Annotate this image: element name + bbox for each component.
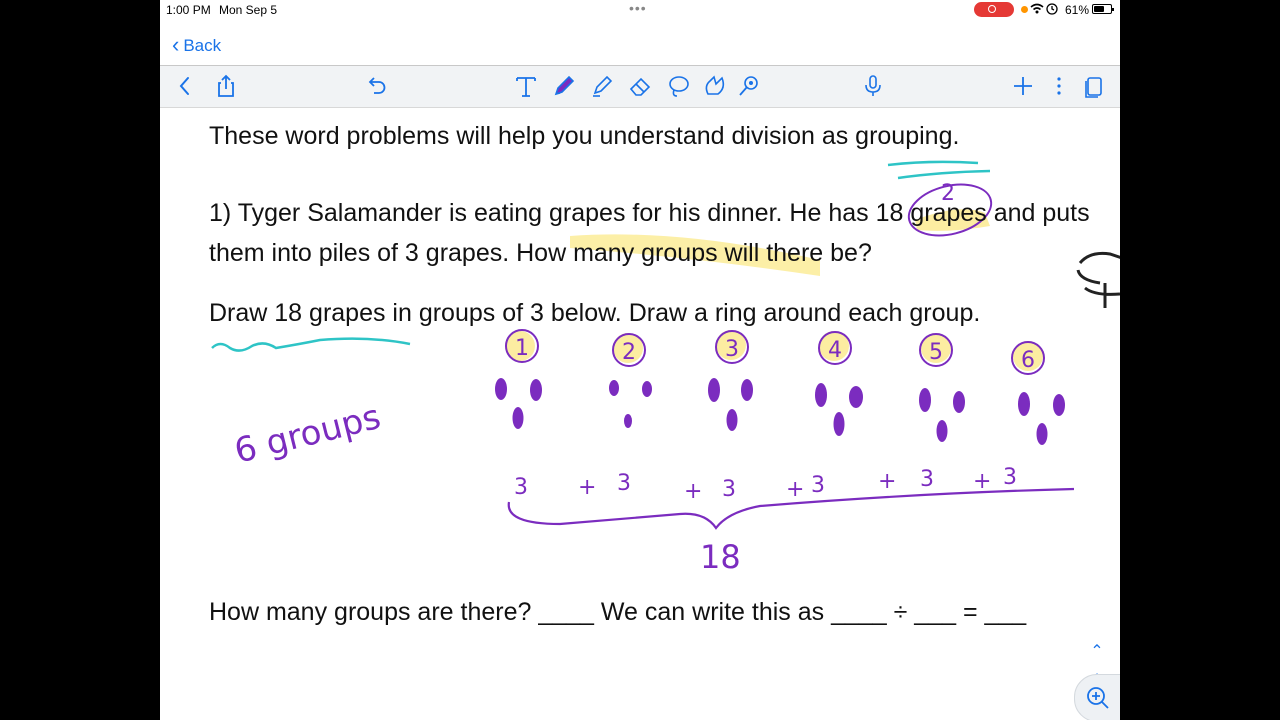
problem-text-line-2: them into piles of 3 grapes. How many gr… (209, 239, 872, 267)
status-date: Mon Sep 5 (219, 3, 278, 17)
curly-brace (507, 487, 1075, 530)
intro-text: These word problems will help you unders… (209, 122, 960, 150)
battery-icon (1092, 4, 1114, 14)
laser-pointer-icon[interactable] (735, 72, 763, 100)
zoom-button[interactable] (1074, 674, 1120, 720)
text-tool-icon[interactable] (512, 72, 540, 100)
multitasking-dots[interactable]: ••• (629, 0, 647, 16)
underline-grouping (887, 160, 979, 167)
cropped-sketch (1076, 251, 1120, 308)
eraser-icon[interactable] (626, 72, 654, 100)
annotation-toolbar (160, 66, 1120, 108)
chevron-left-icon: ‹ (172, 32, 180, 57)
microphone-icon[interactable] (859, 72, 887, 100)
undo-icon[interactable] (362, 72, 390, 100)
chevron-left-icon[interactable] (171, 72, 199, 100)
screen-recording-icon[interactable] (974, 2, 1014, 17)
status-bar: 1:00 PM Mon Sep 5 ••• 61% (160, 0, 1120, 20)
lasso-icon[interactable] (664, 72, 692, 100)
share-icon[interactable] (212, 72, 240, 100)
mic-in-use-indicator (1021, 6, 1028, 13)
underline-draw-18-grapes (211, 337, 411, 352)
more-icon[interactable] (1045, 72, 1073, 100)
question-text: How many groups are there? ____ We can w… (209, 598, 1027, 626)
pen-icon[interactable] (550, 72, 578, 100)
battery-percentage: 61% (1065, 3, 1090, 17)
navigation-bar: ‹ Back (160, 20, 1120, 66)
pages-icon[interactable] (1080, 72, 1108, 100)
pdf-page[interactable]: These word problems will help you unders… (160, 108, 1120, 720)
shape-icon[interactable] (700, 72, 728, 100)
grape-drawings (495, 378, 1065, 445)
back-button[interactable]: ‹ Back (172, 31, 221, 57)
plus-icon[interactable] (1009, 72, 1037, 100)
status-time: 1:00 PM (166, 3, 211, 17)
wifi-icon (1030, 2, 1060, 19)
highlighter-icon[interactable] (588, 72, 616, 100)
instruction-text: Draw 18 grapes in groups of 3 below. Dra… (209, 299, 981, 327)
problem-text-line-1: 1) Tyger Salamander is eating grapes for… (209, 199, 1090, 227)
app-screen: 1:00 PM Mon Sep 5 ••• 61% ‹ Back These w… (160, 0, 1120, 720)
chevron-up-icon[interactable]: ⌃ (1086, 641, 1108, 665)
magnifier-plus-icon (1087, 687, 1109, 709)
back-label: Back (183, 36, 222, 55)
